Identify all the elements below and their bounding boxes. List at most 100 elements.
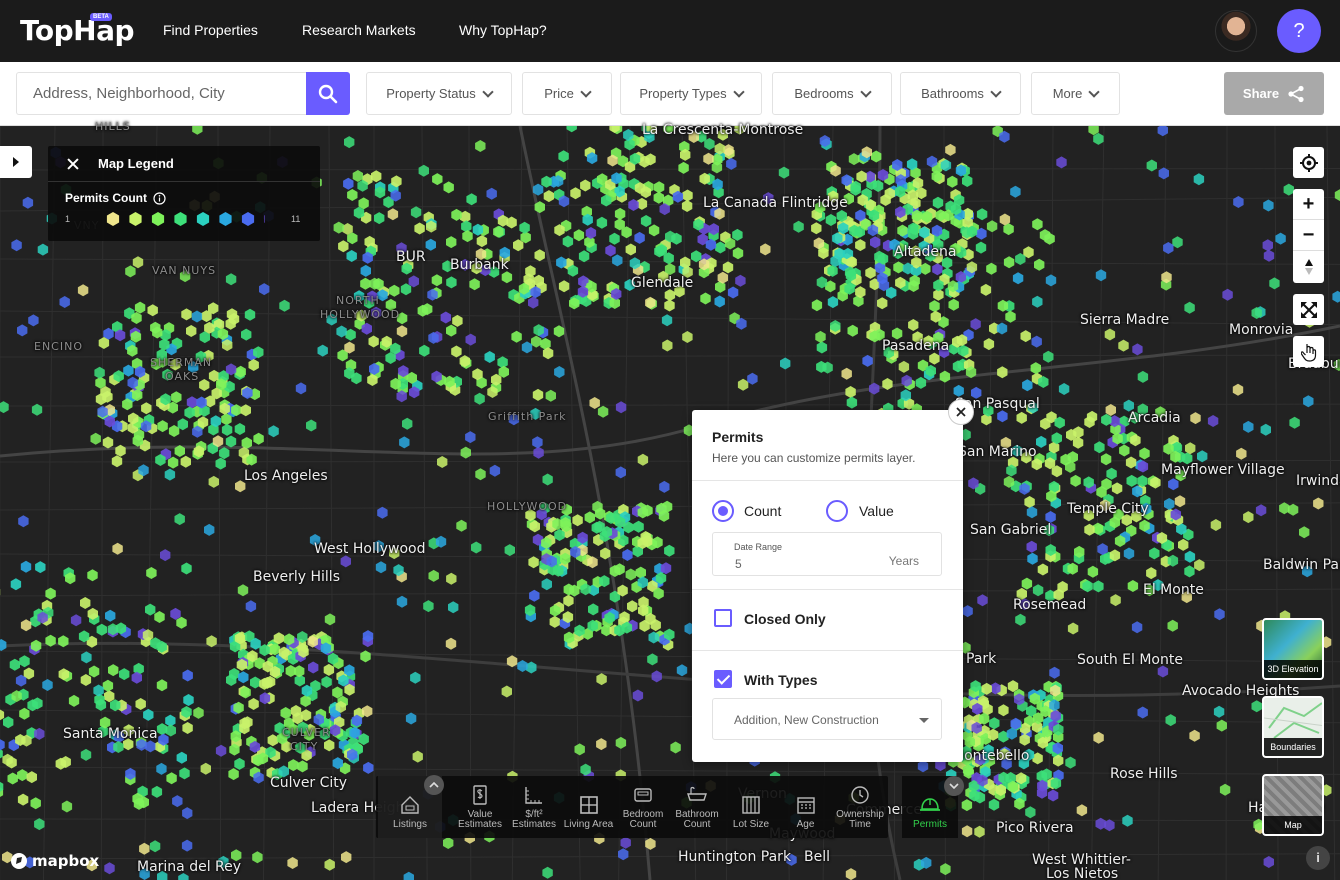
layer-lot-size[interactable]: Lot Size — [724, 776, 778, 838]
with-types-label[interactable]: With Types — [744, 672, 818, 688]
share-button[interactable]: Share — [1224, 72, 1324, 115]
share-label: Share — [1242, 86, 1280, 101]
filter-label: More — [1052, 86, 1083, 101]
filter-more[interactable]: More — [1031, 72, 1120, 115]
ruler-dollar-icon — [523, 784, 545, 806]
legend-swatch — [241, 212, 255, 226]
3d-elevation-thumb[interactable]: 3D Elevation — [1262, 618, 1324, 680]
map-place-label: Arcadia — [1128, 410, 1181, 426]
map-place-label: Bell — [804, 849, 830, 865]
map-place-label: Glendale — [631, 275, 694, 291]
compass-icon — [1304, 258, 1313, 275]
nav-why-tophap[interactable]: Why TopHap? — [459, 22, 547, 38]
map-style-thumb[interactable]: Map — [1262, 774, 1324, 836]
dropdown-arrow-icon — [919, 718, 929, 723]
layer-ownership-time[interactable]: Ownership Time — [833, 776, 887, 838]
count-radio-label[interactable]: Count — [744, 503, 781, 519]
value-radio[interactable] — [826, 500, 848, 522]
layer-age[interactable]: Age — [778, 776, 833, 838]
tophap-logo[interactable]: TopHap — [20, 14, 135, 47]
legend-toggle-button[interactable] — [0, 146, 32, 178]
map-place-label: OAKS — [165, 370, 200, 383]
boundaries-thumb[interactable]: Boundaries — [1262, 696, 1324, 758]
layer-bedroom-count[interactable]: Bedroom Count — [616, 776, 670, 838]
nav-research-markets[interactable]: Research Markets — [302, 22, 416, 38]
filter-label: Property Status — [386, 86, 476, 101]
permit-types-select[interactable]: Addition, New Construction — [712, 698, 942, 740]
bed-icon — [632, 784, 654, 806]
hardhat-icon — [919, 794, 941, 816]
legend-swatch — [196, 212, 210, 226]
thumb-label: Boundaries — [1264, 738, 1322, 756]
legend-swatch — [151, 212, 165, 226]
map-place-label: Culver City — [270, 775, 348, 791]
attribution-info-button[interactable]: i — [1306, 846, 1330, 870]
zoom-out-button[interactable]: − — [1293, 220, 1324, 251]
with-types-checkbox[interactable] — [714, 670, 732, 688]
legend-swatch — [129, 212, 142, 226]
collapse-up-button[interactable] — [424, 775, 444, 795]
layer--ft-estimates[interactable]: $/ft² Estimates — [507, 776, 561, 838]
help-button[interactable]: ? — [1277, 9, 1321, 53]
close-icon — [956, 407, 966, 417]
search-button[interactable] — [306, 72, 350, 115]
layer-living-area[interactable]: Living Area — [561, 776, 616, 838]
filter-property-status[interactable]: Property Status — [366, 72, 512, 115]
legend-swatch — [106, 212, 120, 226]
search-icon — [318, 84, 338, 103]
permit-types-value: Addition, New Construction — [734, 713, 879, 727]
search-input[interactable] — [16, 72, 306, 115]
map-place-label: Pasadena — [882, 338, 950, 354]
layer-value-estimates[interactable]: Value Estimates — [453, 776, 507, 838]
map-place-label: Beverly Hills — [253, 569, 340, 585]
pan-button[interactable] — [1293, 336, 1324, 367]
panel-close-button[interactable] — [948, 399, 974, 425]
locate-button[interactable] — [1293, 147, 1324, 178]
map-place-label: Santa Monica — [63, 726, 158, 742]
map-legend: Map Legend Permits Count 1 11 — [48, 146, 320, 241]
filter-property-types[interactable]: Property Types — [620, 72, 762, 115]
filter-label: Price — [544, 86, 574, 101]
sale-house-icon — [399, 794, 421, 816]
top-nav: TopHap BETA Find Properties Research Mar… — [0, 0, 1340, 62]
legend-swatch — [264, 215, 265, 223]
date-range-field[interactable]: Date Range 5 Years — [712, 532, 942, 576]
collapse-down-button[interactable] — [944, 776, 964, 796]
user-avatar[interactable] — [1215, 10, 1257, 52]
filter-bedrooms[interactable]: Bedrooms — [772, 72, 892, 115]
lot-grid-icon — [740, 794, 762, 816]
permits-panel: Permits Here you can customize permits l… — [692, 410, 963, 762]
count-radio[interactable] — [712, 500, 734, 522]
nav-find-properties[interactable]: Find Properties — [163, 22, 258, 38]
legend-title: Map Legend — [98, 156, 174, 171]
chevron-down-icon — [949, 783, 959, 789]
zoom-in-button[interactable]: + — [1293, 189, 1324, 220]
legend-swatch — [219, 212, 232, 226]
filter-label: Bathrooms — [921, 86, 984, 101]
date-range-unit: Years — [888, 554, 919, 568]
filter-label: Bedrooms — [794, 86, 854, 101]
bathtub-icon — [686, 784, 708, 806]
closed-only-label[interactable]: Closed Only — [744, 611, 826, 627]
info-circle-icon[interactable] — [153, 191, 166, 205]
filter-price[interactable]: Price — [522, 72, 612, 115]
closed-only-checkbox[interactable] — [714, 609, 732, 627]
map-place-label: Los Nietos — [1046, 866, 1119, 880]
close-icon[interactable] — [64, 153, 86, 175]
crosshair-icon — [1299, 153, 1318, 172]
legend-max: 11 — [291, 214, 301, 224]
fullscreen-button[interactable] — [1293, 294, 1324, 325]
map-place-label: Rose Hills — [1110, 766, 1178, 782]
compass-button[interactable] — [1293, 251, 1324, 282]
date-range-value[interactable]: 5 — [735, 557, 742, 571]
mapbox-attribution[interactable]: mapbox — [10, 852, 99, 870]
mapbox-logo-icon — [11, 853, 27, 869]
layer-label: Bedroom Count — [622, 809, 664, 830]
value-radio-label[interactable]: Value — [859, 503, 894, 519]
map-place-label: San Marino — [958, 444, 1037, 460]
layer-label: Age — [796, 819, 815, 830]
layer-label: Ownership Time — [836, 809, 884, 830]
legend-subtitle: Permits Count — [65, 191, 148, 205]
filter-bathrooms[interactable]: Bathrooms — [900, 72, 1021, 115]
layer-bathroom-count[interactable]: Bathroom Count — [670, 776, 724, 838]
